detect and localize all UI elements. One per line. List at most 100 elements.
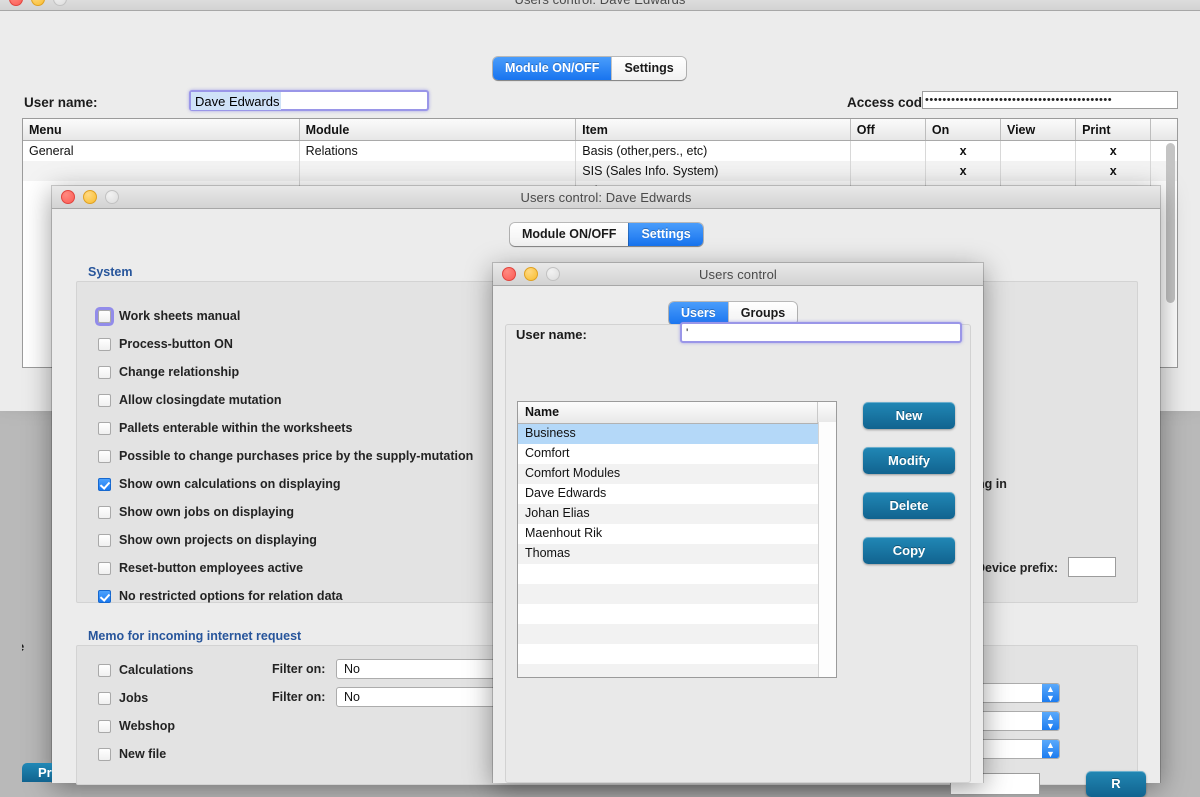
checkbox-row-allow-closingdate-mutation[interactable]: Allow closingdate mutation bbox=[98, 391, 282, 409]
checkbox-row-change-relationship[interactable]: Change relationship bbox=[98, 363, 239, 381]
zoom-button[interactable] bbox=[546, 267, 560, 281]
back-window-titlebar[interactable]: Users control: Dave Edwards bbox=[0, 0, 1200, 11]
users-control-body: Users Groups User name: ' Name Business … bbox=[493, 286, 983, 783]
column-header-off[interactable]: Off bbox=[851, 119, 926, 140]
settings-window-traffic-lights[interactable] bbox=[61, 186, 119, 208]
column-header-module[interactable]: Module bbox=[300, 119, 577, 140]
checkbox-icon[interactable] bbox=[98, 719, 111, 733]
checkbox-icon[interactable] bbox=[98, 663, 111, 677]
checkbox-label: Show own calculations on displaying bbox=[119, 477, 341, 491]
chevron-updown-icon[interactable]: ▲▼ bbox=[1042, 740, 1059, 758]
tab-settings[interactable]: Settings bbox=[611, 57, 686, 80]
checkbox-icon[interactable] bbox=[98, 337, 111, 351]
cell-off[interactable] bbox=[851, 141, 927, 161]
cell-on[interactable]: x bbox=[926, 141, 1002, 161]
table-row[interactable]: SIS (Sales Info. System) x x bbox=[23, 161, 1177, 181]
users-control-dialog[interactable]: Users control Users Groups User name: ' … bbox=[493, 263, 983, 783]
checkbox-row-work-sheets-manual[interactable]: Work sheets manual bbox=[98, 307, 240, 325]
close-button[interactable] bbox=[9, 0, 23, 6]
back-window-traffic-lights[interactable] bbox=[9, 0, 67, 10]
copy-button[interactable]: Copy bbox=[863, 537, 955, 564]
column-header-on[interactable]: On bbox=[926, 119, 1001, 140]
access-code-input[interactable]: ••••••••••••••••••••••••••••••••••••••••… bbox=[922, 91, 1178, 109]
list-item[interactable]: Comfort bbox=[518, 444, 836, 464]
list-item[interactable]: Johan Elias bbox=[518, 504, 836, 524]
cell-on[interactable]: x bbox=[926, 161, 1002, 181]
checkbox-icon[interactable] bbox=[98, 393, 111, 407]
table-vertical-scrollbar[interactable] bbox=[1166, 143, 1175, 303]
column-header-menu[interactable]: Menu bbox=[23, 119, 300, 140]
settings-window-titlebar[interactable]: Users control: Dave Edwards bbox=[52, 186, 1160, 209]
users-control-titlebar[interactable]: Users control bbox=[493, 263, 983, 286]
new-button[interactable]: New bbox=[863, 402, 955, 429]
checkbox-row-process-button-on[interactable]: Process-button ON bbox=[98, 335, 233, 353]
checkbox-icon[interactable] bbox=[98, 365, 111, 379]
pre-button-fragment[interactable]: Pr bbox=[22, 763, 52, 782]
users-list-scrollbar[interactable] bbox=[818, 422, 836, 677]
modify-button[interactable]: Modify bbox=[863, 447, 955, 474]
users-control-traffic-lights[interactable] bbox=[502, 263, 560, 285]
checkbox-row-reset-button-employees[interactable]: Reset-button employees active bbox=[98, 559, 303, 577]
cell-print[interactable]: x bbox=[1076, 141, 1152, 161]
zoom-button[interactable] bbox=[105, 190, 119, 204]
tab-settings[interactable]: Settings bbox=[628, 223, 703, 246]
device-prefix-input[interactable] bbox=[1068, 557, 1116, 577]
minimize-button[interactable] bbox=[31, 0, 45, 6]
checkbox-icon[interactable] bbox=[98, 449, 111, 463]
checkbox-icon[interactable] bbox=[98, 747, 111, 761]
table-row[interactable]: General Relations Basis (other,pers., et… bbox=[23, 141, 1177, 161]
column-header-spacer bbox=[1151, 119, 1177, 140]
back-tab-group[interactable]: Module ON/OFF Settings bbox=[493, 57, 686, 80]
checkbox-row-change-purchases-price[interactable]: Possible to change purchases price by th… bbox=[98, 447, 473, 465]
cell-view[interactable] bbox=[1001, 161, 1077, 181]
cell-print[interactable]: x bbox=[1076, 161, 1152, 181]
close-button[interactable] bbox=[502, 267, 516, 281]
list-item[interactable]: Dave Edwards bbox=[518, 484, 836, 504]
checkbox-icon[interactable] bbox=[98, 477, 111, 491]
chevron-updown-icon[interactable]: ▲▼ bbox=[1042, 712, 1059, 730]
checkbox-row-no-restricted-options[interactable]: No restricted options for relation data bbox=[98, 587, 343, 605]
checkbox-icon[interactable] bbox=[98, 533, 111, 547]
zoom-button[interactable] bbox=[53, 0, 67, 6]
checkbox-row-pallets-enterable[interactable]: Pallets enterable within the worksheets bbox=[98, 419, 352, 437]
settings-tab-group[interactable]: Module ON/OFF Settings bbox=[510, 223, 703, 246]
checkbox-icon[interactable] bbox=[98, 589, 111, 603]
back-user-name-input[interactable]: Dave Edwards bbox=[189, 90, 429, 111]
cell-view[interactable] bbox=[1001, 141, 1077, 161]
checkbox-row-jobs[interactable]: Jobs bbox=[98, 689, 148, 707]
checkbox-row-show-own-jobs[interactable]: Show own jobs on displaying bbox=[98, 503, 294, 521]
checkbox-row-new-file[interactable]: New file bbox=[98, 745, 166, 763]
checkbox-icon[interactable] bbox=[98, 421, 111, 435]
minimize-button[interactable] bbox=[524, 267, 538, 281]
cell-menu bbox=[23, 161, 300, 181]
list-item[interactable]: Maenhout Rik bbox=[518, 524, 836, 544]
checkbox-row-webshop[interactable]: Webshop bbox=[98, 717, 175, 735]
right-action-button[interactable]: R bbox=[1086, 771, 1146, 797]
users-list-header[interactable]: Name bbox=[518, 402, 836, 424]
minimize-button[interactable] bbox=[83, 190, 97, 204]
cell-off[interactable] bbox=[851, 161, 927, 181]
column-header-item[interactable]: Item bbox=[576, 119, 851, 140]
list-item[interactable]: Thomas bbox=[518, 544, 836, 564]
checkbox-icon[interactable] bbox=[98, 691, 111, 705]
front-user-name-input[interactable]: ' bbox=[680, 322, 962, 343]
checkbox-row-show-own-projects[interactable]: Show own projects on displaying bbox=[98, 531, 317, 549]
delete-button[interactable]: Delete bbox=[863, 492, 955, 519]
list-item[interactable]: Business bbox=[518, 424, 836, 444]
tab-module-on-off[interactable]: Module ON/OFF bbox=[493, 57, 612, 80]
users-list[interactable]: Name Business Comfort Comfort Modules Da… bbox=[517, 401, 837, 678]
cell-item: SIS (Sales Info. System) bbox=[576, 161, 851, 181]
checkbox-icon[interactable] bbox=[98, 561, 111, 575]
column-header-print[interactable]: Print bbox=[1076, 119, 1152, 140]
checkbox-icon[interactable] bbox=[98, 505, 111, 519]
checkbox-icon[interactable] bbox=[98, 309, 111, 323]
checkbox-row-show-own-calculations[interactable]: Show own calculations on displaying bbox=[98, 475, 341, 493]
list-item[interactable]: Comfort Modules bbox=[518, 464, 836, 484]
checkbox-row-calculations[interactable]: Calculations bbox=[98, 661, 193, 679]
filter-label-jobs: Filter on: bbox=[272, 690, 326, 704]
column-header-view[interactable]: View bbox=[1001, 119, 1077, 140]
close-button[interactable] bbox=[61, 190, 75, 204]
chevron-updown-icon[interactable]: ▲▼ bbox=[1042, 684, 1059, 702]
checkbox-label: Allow closingdate mutation bbox=[119, 393, 282, 407]
tab-module-on-off[interactable]: Module ON/OFF bbox=[510, 223, 629, 246]
